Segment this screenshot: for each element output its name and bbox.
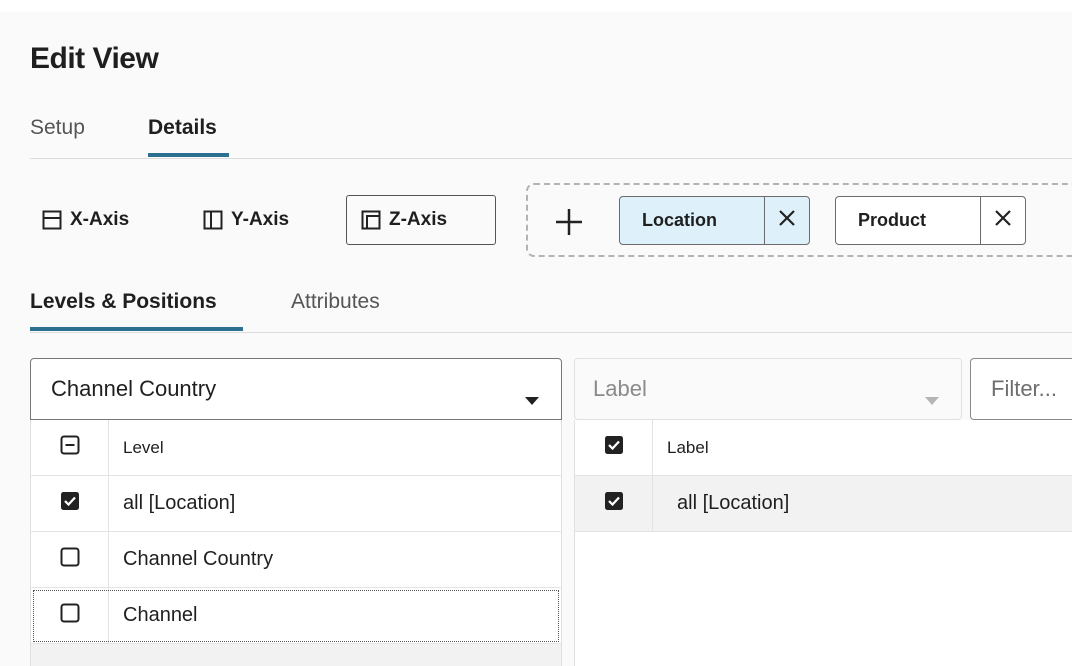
tab-setup[interactable]: Setup [30, 116, 85, 140]
table-header-row: Level [31, 420, 561, 476]
remove-product-button[interactable] [980, 197, 1025, 244]
level-label: Channel Country [123, 548, 274, 570]
z-axis-label: Z-Axis [389, 209, 448, 230]
level-select[interactable]: Channel Country [30, 358, 562, 420]
position-label: all [Location] [677, 492, 790, 514]
level-label: all [Location] [123, 492, 236, 514]
table-row[interactable]: all [Location] [575, 476, 1072, 532]
table-footer [31, 644, 561, 666]
caret-down-icon [525, 386, 539, 412]
row-checkbox[interactable] [31, 588, 109, 643]
checked-checkbox-icon [604, 435, 624, 460]
tab-levels-underline [30, 327, 243, 331]
row-checkbox[interactable] [31, 476, 109, 531]
tab-levels-positions[interactable]: Levels & Positions [30, 290, 217, 314]
checked-checkbox-icon [604, 491, 624, 516]
chip-product-label: Product [858, 210, 927, 230]
table-row[interactable]: all [Location] [31, 476, 561, 532]
unchecked-checkbox-icon [60, 547, 80, 572]
close-icon [994, 209, 1012, 232]
remove-location-button[interactable] [764, 197, 809, 244]
tab-details[interactable]: Details [148, 116, 217, 140]
divider [30, 332, 1072, 333]
row-checkbox[interactable] [575, 476, 653, 531]
z-axis-icon [361, 210, 381, 230]
filter-input[interactable]: Filter... [970, 358, 1072, 420]
z-axis-button[interactable]: Z-Axis [346, 195, 496, 245]
add-dimension-button[interactable] [551, 200, 587, 245]
table-row[interactable]: Channel [31, 588, 561, 644]
level-select-value: Channel Country [51, 376, 217, 401]
tab-details-underline [148, 153, 229, 157]
top-strip [0, 0, 1072, 12]
chip-product[interactable]: Product [835, 196, 1026, 245]
indeterminate-checkbox-icon [60, 435, 80, 460]
tab-attributes[interactable]: Attributes [291, 290, 380, 314]
levels-table: Level all [Location] Channel Country Cha… [30, 420, 562, 666]
label-select-value: Label [593, 376, 647, 401]
filter-placeholder: Filter... [991, 376, 1058, 401]
y-axis-icon [203, 210, 223, 230]
select-all-levels-checkbox[interactable] [31, 420, 109, 475]
page-title: Edit View [30, 42, 159, 75]
level-column-header: Level [123, 437, 164, 457]
label-column-header: Label [667, 437, 709, 457]
close-icon [778, 209, 796, 232]
unchecked-checkbox-icon [60, 603, 80, 628]
x-axis-label: X-Axis [70, 209, 130, 230]
plus-icon [551, 209, 587, 244]
positions-table: Label all [Location] [574, 420, 1072, 666]
chip-location-label: Location [642, 210, 717, 230]
caret-down-icon [925, 386, 939, 412]
row-checkbox[interactable] [31, 532, 109, 587]
chip-location[interactable]: Location [619, 196, 810, 245]
x-axis-button[interactable]: X-Axis [42, 195, 129, 245]
y-axis-label: Y-Axis [231, 209, 290, 230]
divider [30, 158, 1072, 159]
y-axis-button[interactable]: Y-Axis [203, 195, 289, 245]
x-axis-icon [42, 210, 62, 230]
checked-checkbox-icon [60, 491, 80, 516]
level-label: Channel [123, 604, 198, 626]
table-row[interactable]: Channel Country [31, 532, 561, 588]
label-select[interactable]: Label [574, 358, 962, 420]
table-header-row: Label [575, 420, 1072, 476]
select-all-positions-checkbox[interactable] [575, 420, 653, 475]
